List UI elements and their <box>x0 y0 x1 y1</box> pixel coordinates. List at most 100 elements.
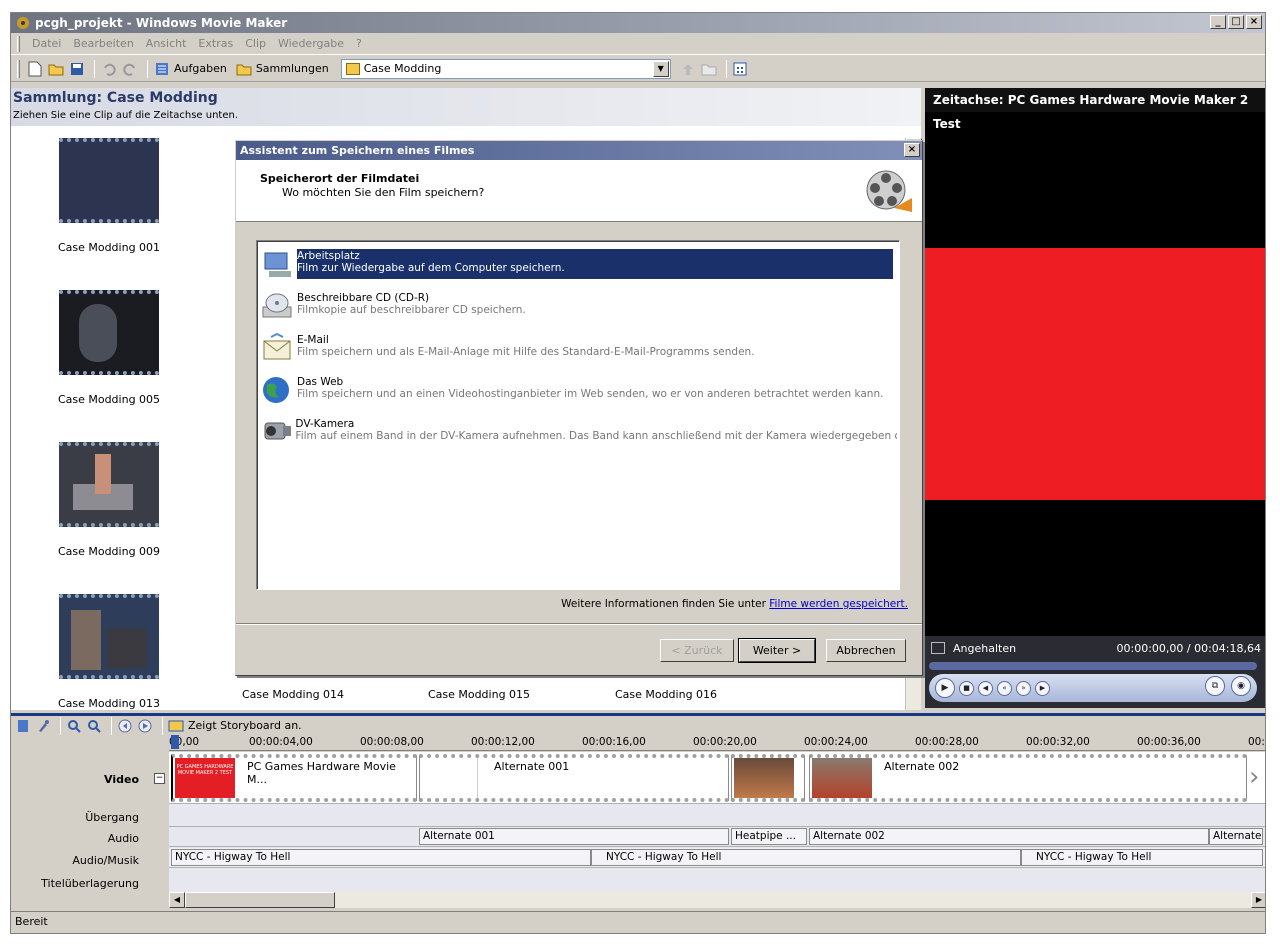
music-clip[interactable]: NYCC - Higway To Hell <box>591 849 1021 866</box>
scroll-right-icon[interactable]: › <box>1249 756 1265 800</box>
menu-bearbeiten[interactable]: Bearbeiten <box>67 37 139 50</box>
play-timeline-icon[interactable] <box>137 718 153 734</box>
audio-clip[interactable]: Alternate 0 <box>1209 828 1263 845</box>
collection-title: Sammlung: Case Modding <box>13 90 218 106</box>
music-clip[interactable]: NYCC - Higway To Hell <box>1021 849 1263 866</box>
narrate-icon[interactable] <box>35 718 51 734</box>
menu-help[interactable]: ? <box>350 37 368 50</box>
save-location-list[interactable]: Arbeitsplatz Film zur Wiedergabe auf dem… <box>256 240 900 590</box>
option-email[interactable]: E-Mail Film speichern und als E-Mail-Anl… <box>261 332 897 363</box>
music-track: NYCC - Higway To Hell NYCC - Higway To H… <box>169 848 1265 868</box>
video-clip[interactable] <box>731 754 805 802</box>
music-clip[interactable]: NYCC - Higway To Hell <box>171 849 591 866</box>
collapse-icon[interactable]: − <box>154 773 165 784</box>
collections-button[interactable]: Sammlungen <box>256 62 329 75</box>
next-button[interactable]: Weiter > <box>738 638 816 663</box>
collection-folder-icon <box>345 62 360 75</box>
menu-datei[interactable]: Datei <box>26 37 67 50</box>
chevron-down-icon[interactable]: ▼ <box>652 60 669 77</box>
menu-extras[interactable]: Extras <box>192 37 239 50</box>
clip-item[interactable]: Case Modding 005 <box>29 290 189 406</box>
track-label-music: Audio/Musik <box>72 854 139 867</box>
collections-icon[interactable] <box>235 60 253 78</box>
zoom-out-icon[interactable] <box>86 718 102 734</box>
collection-select[interactable]: Case Modding ▼ <box>340 58 671 79</box>
clip-item[interactable]: Case Modding 013 <box>29 594 189 710</box>
dialog-question: Wo möchten Sie den Film speichern? <box>282 186 485 199</box>
open-project-icon[interactable] <box>47 60 65 78</box>
option-cd[interactable]: Beschreibbare CD (CD-R) Filmkopie auf be… <box>261 291 897 321</box>
seek-bar[interactable] <box>929 662 1257 670</box>
minimize-button[interactable]: _ <box>1210 15 1226 29</box>
clip-thumbnail <box>59 594 159 679</box>
rewind-icon[interactable]: « <box>997 680 1012 696</box>
storyboard-toggle-label[interactable]: Zeigt Storyboard an. <box>188 719 302 732</box>
timeline-scrollbar[interactable]: ◀ ▶ <box>169 892 1265 908</box>
dialog-close-button[interactable]: × <box>904 143 920 157</box>
collection-header: Sammlung: Case Modding Ziehen Sie eine C… <box>11 88 921 126</box>
clip-item[interactable]: Case Modding 016 <box>586 688 746 701</box>
rewind-timeline-icon[interactable] <box>117 718 133 734</box>
clip-label: Case Modding 015 <box>427 688 531 701</box>
redo-icon[interactable] <box>121 60 139 78</box>
split-clip-icon[interactable]: ⧉ <box>1205 676 1225 696</box>
clip-item[interactable]: Case Modding 014 <box>213 688 373 701</box>
more-info-link[interactable]: Filme werden gespeichert. <box>769 598 908 610</box>
new-collection-icon[interactable] <box>700 60 718 78</box>
audio-clip[interactable]: Alternate 001 <box>419 828 729 845</box>
scroll-right-icon[interactable]: ▶ <box>1251 892 1265 908</box>
option-title: E-Mail <box>297 334 329 346</box>
save-project-icon[interactable] <box>68 60 86 78</box>
next-frame-icon[interactable]: ▶ <box>1035 680 1050 696</box>
previous-frame-icon[interactable]: ◀ <box>978 680 993 696</box>
cd-icon <box>261 291 297 321</box>
menu-wiedergabe[interactable]: Wiedergabe <box>272 37 350 50</box>
option-dv-camera[interactable]: DV-Kamera Film auf einem Band in der DV-… <box>261 417 897 447</box>
clip-item[interactable]: Case Modding 009 <box>29 442 189 558</box>
scroll-thumb[interactable] <box>185 892 335 908</box>
option-description: Film auf einem Band in der DV-Kamera auf… <box>295 430 897 442</box>
play-icon[interactable]: ▶ <box>935 678 955 698</box>
video-clip[interactable]: PC GAMES HARDWARE MOVIE MAKER 2 TEST PC … <box>171 754 417 802</box>
menu-clip[interactable]: Clip <box>239 37 272 50</box>
clip-item[interactable]: Case Modding 015 <box>399 688 559 701</box>
storyboard-icon[interactable] <box>168 718 184 734</box>
audio-clip[interactable]: Alternate 002 <box>809 828 1209 845</box>
option-arbeitsplatz[interactable]: Arbeitsplatz Film zur Wiedergabe auf dem… <box>261 249 897 279</box>
window-title: pcgh_projekt - Windows Movie Maker <box>35 16 288 30</box>
video-clip[interactable]: Alternate 001 <box>419 754 729 802</box>
ruler-tick: 00:00:08,00 <box>360 736 424 748</box>
maximize-button[interactable]: □ <box>1228 15 1244 29</box>
video-clip-label: PC Games Hardware Movie M... <box>247 760 396 786</box>
playhead-marker[interactable] <box>171 735 179 749</box>
close-button[interactable]: × <box>1246 15 1262 29</box>
tasks-icon[interactable] <box>153 60 171 78</box>
new-project-icon[interactable] <box>26 60 44 78</box>
fast-forward-icon[interactable]: » <box>1016 680 1031 696</box>
up-folder-icon[interactable] <box>679 60 697 78</box>
snapshot-icon[interactable]: ◉ <box>1231 676 1251 696</box>
scroll-left-icon[interactable]: ◀ <box>169 892 185 908</box>
title-overlay-track[interactable] <box>169 869 1265 892</box>
menu-ansicht[interactable]: Ansicht <box>140 37 193 50</box>
undo-icon[interactable] <box>100 60 118 78</box>
timeline-ruler[interactable]: 00,00 00:00:04,00 00:00:08,00 00:00:12,0… <box>169 735 1265 751</box>
option-description: Film speichern und an einen Videohosting… <box>297 388 884 400</box>
audio-clip[interactable]: Heatpipe ... <box>731 828 807 845</box>
zoom-in-icon[interactable] <box>66 718 82 734</box>
video-clip[interactable]: Alternate 002 <box>809 754 1247 802</box>
clip-item[interactable]: Case Modding 001 <box>29 138 189 254</box>
option-web[interactable]: Das Web Film speichern und an einen Vide… <box>261 375 897 405</box>
views-icon[interactable] <box>732 60 750 78</box>
track-label-transition: Übergang <box>85 811 139 824</box>
tasks-button[interactable]: Aufgaben <box>174 62 227 75</box>
transition-track[interactable] <box>169 804 1265 827</box>
video-clip-thumbnail: PC GAMES HARDWARE MOVIE MAKER 2 TEST <box>175 758 235 798</box>
back-button[interactable]: < Zurück <box>660 639 734 662</box>
storyboard-toggle-icon[interactable] <box>15 718 31 734</box>
stop-icon[interactable]: ■ <box>959 680 974 696</box>
toolbar-separator <box>111 716 112 735</box>
cancel-button[interactable]: Abbrechen <box>826 639 906 662</box>
status-text: Bereit <box>15 915 48 928</box>
toolbar-separator <box>60 716 61 735</box>
